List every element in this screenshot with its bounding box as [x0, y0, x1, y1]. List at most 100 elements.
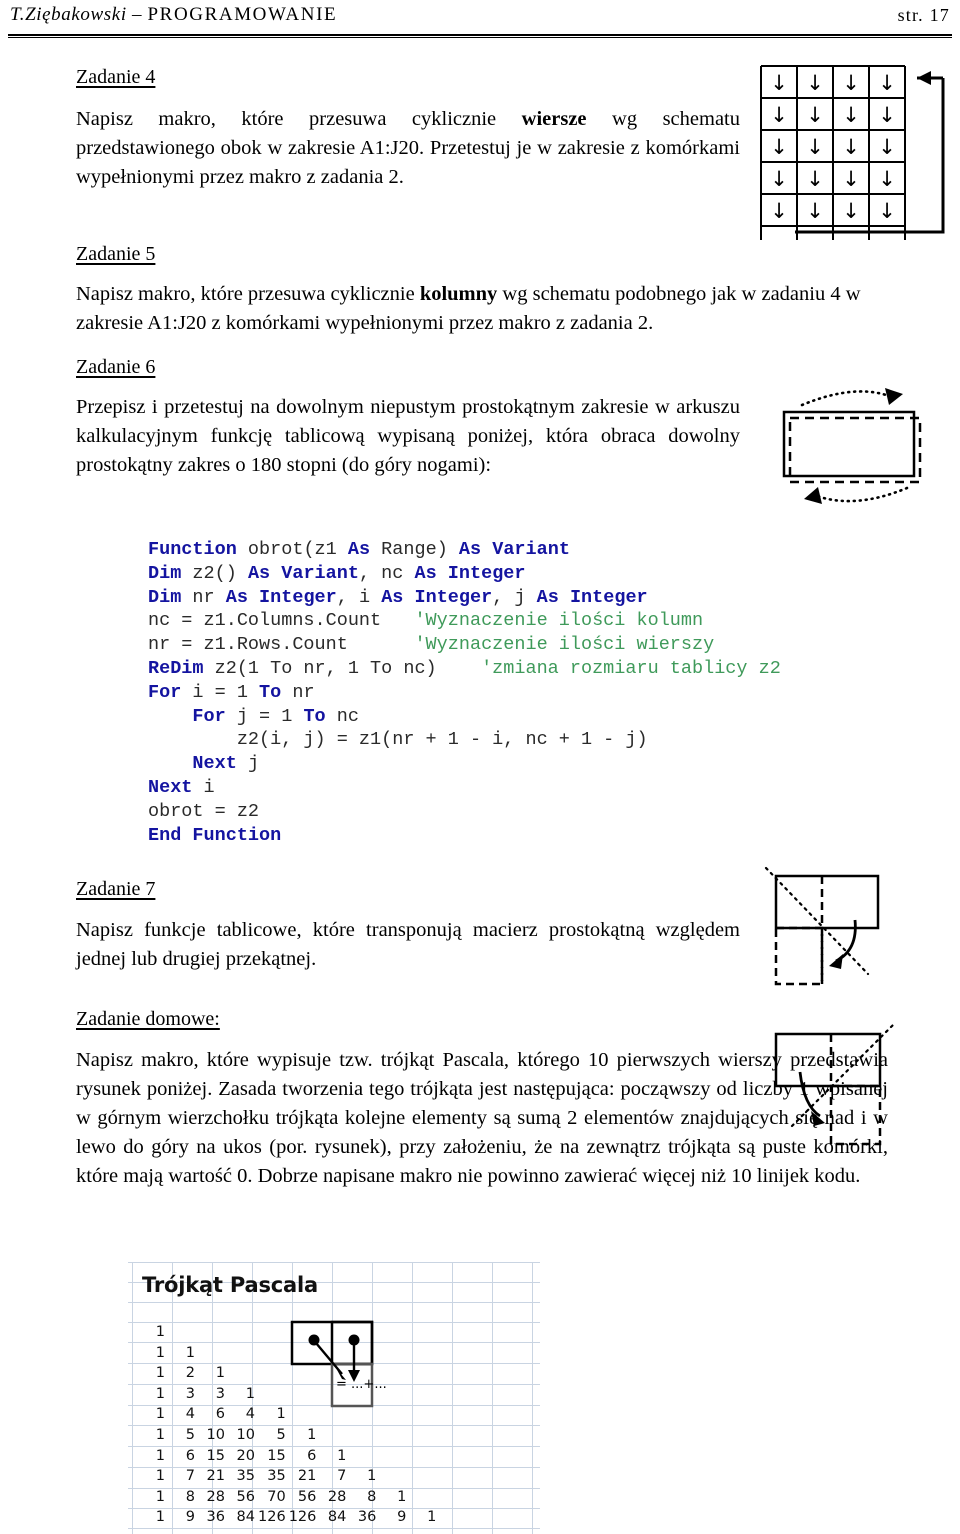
code-token-id: j = 1	[225, 705, 304, 727]
code-token-id: Range)	[370, 539, 459, 560]
triangle-cell: 9	[185, 1509, 195, 1526]
triangle-cell: 7	[337, 1468, 347, 1485]
triangle-cell: 1	[185, 1344, 195, 1361]
pascal-spreadsheet: Trójkąt Pascala 1 1 1 1 2 1 1 3 3 1 1 4 6 4 1 1 5 10 10 5 1 1…	[128, 1262, 540, 1534]
triangle-cell: 28	[327, 1488, 347, 1505]
triangle-cell: 6	[215, 1406, 225, 1423]
page-header: T.Ziębakowski – PROGRAMOWANIE str. 17	[0, 0, 960, 46]
triangle-cell: 1	[155, 1509, 165, 1526]
transpose-main-svg	[764, 866, 880, 986]
triangle-row: 11	[138, 1343, 439, 1364]
code-token-kw: Dim	[148, 586, 182, 608]
transpose-arrow-head	[829, 954, 843, 969]
wrap-arrow-head	[917, 71, 931, 85]
triangle-cell: 70	[267, 1488, 286, 1505]
home-task-title: Zadanie domowe:	[76, 1008, 220, 1030]
triangle-row: 1 6 15 20 15 6 1	[138, 1446, 439, 1467]
triangle-cell: 1	[427, 1509, 437, 1526]
code-token-id: nr = z1.Rows.Count	[148, 634, 415, 656]
code-token-kw: ReDim	[148, 657, 204, 679]
anti-diagonal-line	[790, 1022, 896, 1128]
svg-text:↓: ↓	[806, 199, 824, 223]
triangle-cell: 1	[155, 1385, 165, 1402]
header-subject: PROGRAMOWANIE	[147, 4, 338, 25]
triangle-cell: 10	[236, 1426, 255, 1443]
triangle-cell: 36	[206, 1509, 225, 1526]
transpose-anti-diagonal-diagram	[762, 1022, 957, 1164]
triangle-cell: 21	[206, 1468, 225, 1485]
task-5-title: Zadanie 5	[76, 243, 156, 265]
code-token-kw: For	[192, 705, 226, 727]
triangle-cell: 28	[206, 1488, 225, 1505]
svg-text:↓: ↓	[770, 103, 788, 127]
task-6-title: Zadanie 6	[76, 356, 156, 378]
svg-text:↓: ↓	[842, 71, 860, 95]
triangle-cell: 9	[397, 1509, 407, 1526]
cyclic-row-shift-svg: ↓ ↓ ↓ ↓ ↓ ↓ ↓ ↓ ↓ ↓ ↓ ↓ ↓ ↓ ↓ ↓ ↓ ↓ ↓ ↓	[760, 65, 945, 240]
triangle-cell: 1	[155, 1344, 165, 1361]
triangle-row: 1 9 36 84 126 126 84 36 9 1	[138, 1507, 439, 1528]
transpose-curved-arrow	[835, 919, 857, 963]
code-token-cm: 'zmiana rozmiaru tablicy z2	[481, 657, 781, 679]
svg-text:↓: ↓	[842, 199, 860, 223]
svg-text:↓: ↓	[842, 167, 860, 191]
transpose-main-diagonal-diagram	[748, 862, 948, 992]
code-token-kw: To	[303, 705, 326, 727]
code-token-kw: To	[259, 681, 282, 703]
triangle-cell: 56	[297, 1488, 317, 1505]
svg-text:↓: ↓	[842, 135, 860, 159]
code-token-kw: As	[347, 539, 371, 560]
code-token-id: i	[192, 776, 215, 798]
triangle-row: 1 2 1	[138, 1363, 439, 1384]
svg-text:↓: ↓	[878, 167, 896, 191]
code-token-kw: As Integer	[381, 586, 493, 608]
task-5-keyword: kolumny	[419, 283, 498, 305]
triangle-cell: 15	[206, 1447, 225, 1464]
code-token-kw: As Variant	[458, 539, 570, 560]
triangle-row: 1 5 10 10 5 1	[138, 1425, 439, 1446]
code-token-id	[148, 706, 192, 727]
transposed-range-rect	[829, 1084, 882, 1146]
code-token-cm: 'Wyznaczenie ilości wierszy	[414, 634, 715, 656]
code-token-kw: As Integer	[225, 586, 337, 608]
triangle-cell: 1	[155, 1426, 165, 1443]
svg-text:↓: ↓	[878, 135, 896, 159]
triangle-cell: 6	[185, 1447, 195, 1464]
triangle-cell: 126	[258, 1509, 286, 1526]
triangle-cell: 2	[185, 1365, 195, 1382]
original-range-rect	[774, 1032, 882, 1088]
triangle-cell: 1	[155, 1447, 165, 1464]
svg-text:↓: ↓	[806, 135, 824, 159]
transpose-curved-arrow	[798, 1071, 821, 1118]
spreadsheet-title: Trójkąt Pascala	[142, 1273, 318, 1297]
rotate-180-svg	[782, 388, 922, 504]
code-token-id: nr	[181, 586, 226, 608]
task-6-text: Przepisz i przetestuj na dowolnym niepus…	[76, 396, 740, 476]
triangle-cell: 56	[236, 1488, 255, 1505]
triangle-cell: 1	[337, 1447, 347, 1464]
code-token-kw: Dim	[148, 562, 182, 584]
svg-text:↓: ↓	[878, 103, 896, 127]
main-diagonal-line	[764, 866, 870, 976]
triangle-row: 1 8 28 56 70 56 28 8 1	[138, 1487, 439, 1508]
code-token-kw: Next	[192, 753, 237, 775]
svg-text:↓: ↓	[770, 135, 788, 159]
svg-text:↓: ↓	[806, 167, 824, 191]
rotate-180-diagram	[770, 378, 950, 513]
code-token-id: nc = z1.Columns.Count	[148, 610, 415, 632]
vba-code-block: Function obrot(z1 As Range) As Variant D…	[148, 538, 781, 847]
task-4-title: Zadanie 4	[76, 66, 156, 88]
triangle-row: 1	[138, 1322, 439, 1343]
triangle-cell: 1	[276, 1406, 286, 1423]
triangle-cell: 84	[236, 1509, 255, 1526]
triangle-cell: 1	[155, 1468, 165, 1485]
triangle-cell: 1	[215, 1365, 225, 1382]
task-4-text-a: Napisz makro, które przesuwa cyklicznie	[76, 108, 522, 130]
triangle-cell: 6	[307, 1447, 317, 1464]
rotation-arc-bottom	[812, 486, 909, 503]
triangle-cell: 35	[236, 1468, 255, 1485]
svg-text:↓: ↓	[770, 199, 788, 223]
triangle-cell: 1	[155, 1365, 165, 1382]
triangle-cell: 84	[327, 1509, 347, 1526]
triangle-cell: 5	[276, 1426, 286, 1443]
